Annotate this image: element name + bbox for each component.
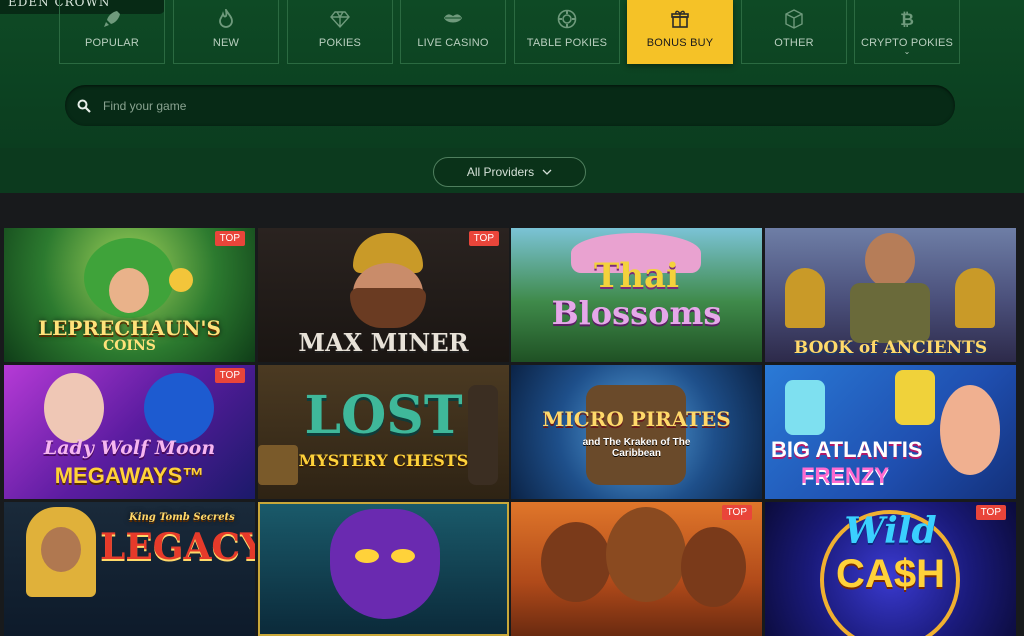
game-tile[interactable]: MAX MINER TOP: [258, 228, 509, 362]
flame-icon: [215, 8, 237, 30]
game-subtitle: and The Kraken of The Caribbean: [582, 437, 691, 459]
gift-icon: [669, 8, 691, 30]
cube-icon: [783, 8, 805, 30]
game-subtitle: LEGACY: [100, 526, 255, 568]
game-subtitle: COINS: [103, 338, 156, 354]
game-subtitle: MYSTERY CHESTS: [298, 451, 469, 470]
game-title: BIG ATLANTIS: [771, 437, 923, 462]
game-tile[interactable]: BIG ATLANTIS FRENZY: [765, 365, 1016, 499]
search-input[interactable]: [103, 98, 903, 113]
chevron-down-icon[interactable]: ⌄: [904, 48, 911, 56]
game-tile[interactable]: LEPRECHAUN'S COINS TOP: [4, 228, 255, 362]
game-tile[interactable]: BOOK of ANCIENTS: [765, 228, 1016, 362]
category-pokies[interactable]: POKIES: [287, 0, 393, 64]
category-other[interactable]: OTHER: [741, 0, 847, 64]
game-title: LOST: [304, 385, 463, 446]
search-icon: [77, 99, 91, 113]
game-title: MICRO PIRATES: [542, 407, 731, 431]
category-live-casino[interactable]: LIVE CASINO: [400, 0, 506, 64]
top-badge: TOP: [214, 231, 245, 246]
game-tile[interactable]: MICRO PIRATES and The Kraken of The Cari…: [511, 365, 762, 499]
providers-label: All Providers: [466, 165, 535, 179]
bitcoin-icon: ₿: [896, 8, 918, 30]
filter-band: All Providers: [0, 148, 1024, 193]
game-subtitle: FRENZY: [801, 463, 889, 488]
category-bonus-buy[interactable]: BONUS BUY: [627, 0, 733, 64]
top-badge: TOP: [214, 368, 245, 383]
category-label: POKIES: [318, 37, 362, 49]
game-tile[interactable]: Lady Wolf Moon MEGAWAYS™ TOP: [4, 365, 255, 499]
category-new[interactable]: NEW: [173, 0, 279, 64]
game-title: Thai: [594, 256, 679, 296]
game-tile[interactable]: [258, 502, 509, 636]
category-label: TABLE POKIES: [526, 37, 608, 49]
game-title: Lady Wolf Moon: [43, 437, 216, 459]
svg-text:₿: ₿: [900, 10, 914, 29]
game-tile[interactable]: LOST MYSTERY CHESTS: [258, 365, 509, 499]
chip-icon: [556, 8, 578, 30]
header-bar: EDEN CROWN POPULAR NEW POKIES LIVE CASIN…: [0, 0, 1024, 148]
game-tile[interactable]: Thai Blossoms: [511, 228, 762, 362]
game-title: King Tomb Secrets: [129, 512, 235, 523]
game-subtitle: CA$H: [836, 552, 945, 596]
game-subtitle: MEGAWAYS™: [54, 463, 205, 488]
category-label: OTHER: [774, 37, 814, 49]
search-bar: [65, 85, 955, 126]
category-label: BONUS BUY: [646, 37, 714, 49]
lips-icon: [442, 8, 464, 30]
category-label: NEW: [212, 37, 240, 49]
top-badge: TOP: [975, 505, 1006, 520]
category-label: POPULAR: [85, 37, 139, 49]
diamond-icon: [329, 8, 351, 30]
category-crypto-pokies[interactable]: ₿ CRYPTO POKIES ⌄: [854, 0, 960, 64]
game-title: MAX MINER: [298, 328, 469, 357]
game-title: BOOK of ANCIENTS: [793, 338, 988, 358]
category-popular[interactable]: POPULAR: [59, 0, 165, 64]
game-tile[interactable]: Wild CA$H TOP: [765, 502, 1016, 636]
top-badge: TOP: [468, 231, 499, 246]
game-subtitle: Blossoms: [551, 294, 722, 332]
providers-dropdown[interactable]: All Providers: [433, 157, 586, 187]
game-tile[interactable]: TOP: [511, 502, 762, 636]
top-badge: TOP: [721, 505, 752, 520]
category-label: LIVE CASINO: [417, 37, 489, 49]
game-title: LEPRECHAUN'S: [38, 316, 221, 340]
category-table-pokies[interactable]: TABLE POKIES: [514, 0, 620, 64]
rocket-icon: [101, 8, 123, 30]
chevron-down-icon: [542, 169, 552, 175]
game-tile[interactable]: King Tomb Secrets LEGACY: [4, 502, 255, 636]
